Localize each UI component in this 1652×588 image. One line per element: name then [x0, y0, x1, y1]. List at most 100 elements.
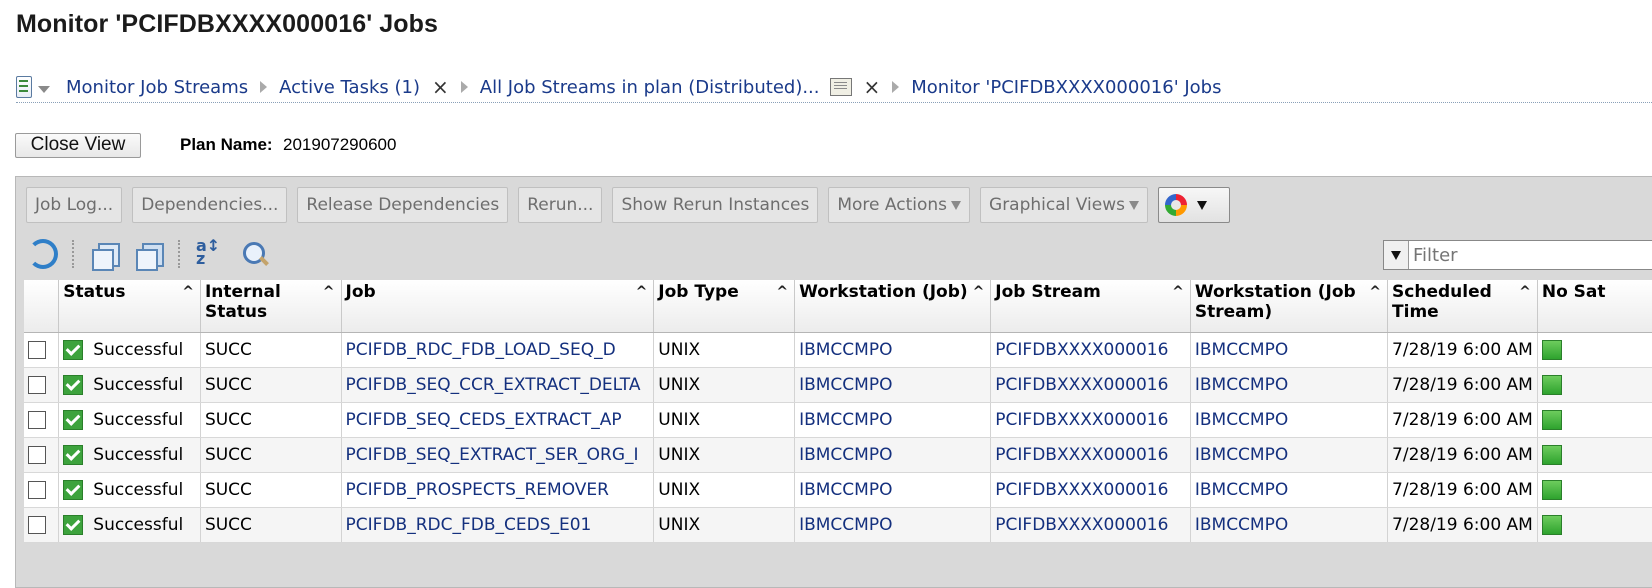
- breadcrumb-current-page[interactable]: Monitor 'PCIFDBXXXX000016' Jobs: [911, 77, 1221, 98]
- job-link[interactable]: PCIFDB_RDC_FDB_CEDS_E01: [346, 515, 592, 535]
- close-icon[interactable]: ×: [432, 75, 449, 99]
- sort-ascending-icon[interactable]: ^: [1172, 282, 1184, 302]
- table-row[interactable]: Successful SUCC PCIFDB_RDC_FDB_LOAD_SEQ_…: [24, 332, 1652, 368]
- table-row[interactable]: Successful SUCC PCIFDB_SEQ_CEDS_EXTRACT_…: [24, 402, 1652, 438]
- chevron-right-icon: [260, 81, 268, 93]
- row-checkbox[interactable]: [28, 481, 46, 499]
- column-header-job[interactable]: Job ^: [341, 280, 655, 333]
- job-stream-link[interactable]: PCIFDBXXXX000016: [995, 375, 1168, 395]
- job-log-button[interactable]: Job Log...: [26, 187, 123, 223]
- plan-name-value: 201907290600: [283, 135, 397, 154]
- jobs-table: Status ^ Internal Status ^ Job ^ Job Type ^ …: [24, 280, 1652, 543]
- table-row[interactable]: Successful SUCC PCIFDB_SEQ_EXTRACT_SER_O…: [24, 437, 1652, 473]
- internal-status-cell: SUCC: [200, 507, 342, 543]
- table-row[interactable]: Successful SUCC PCIFDB_RDC_FDB_CEDS_E01 …: [24, 507, 1652, 543]
- success-check-icon: [63, 515, 84, 535]
- row-select-cell: [24, 402, 60, 438]
- success-check-icon: [63, 375, 84, 395]
- job-stream-link[interactable]: PCIFDBXXXX000016: [995, 340, 1168, 360]
- job-stream-link[interactable]: PCIFDBXXXX000016: [995, 480, 1168, 500]
- workstation-link[interactable]: IBMCCMPO: [799, 445, 892, 465]
- select-all-icon[interactable]: [90, 239, 120, 271]
- job-link[interactable]: PCIFDB_SEQ_EXTRACT_SER_ORG_I: [346, 445, 639, 465]
- deselect-all-icon[interactable]: [134, 239, 164, 271]
- job-stream-link[interactable]: PCIFDBXXXX000016: [995, 410, 1168, 430]
- close-icon[interactable]: ×: [864, 75, 881, 99]
- status-text: Successful: [93, 375, 184, 395]
- workstation-link[interactable]: IBMCCMPO: [799, 480, 892, 500]
- column-header-label: Job Stream: [995, 282, 1101, 302]
- sort-ascending-icon[interactable]: ^: [776, 282, 788, 302]
- column-header-job-stream[interactable]: Job Stream ^: [990, 280, 1191, 333]
- job-cell: PCIFDB_SEQ_CCR_EXTRACT_DELTA: [341, 367, 655, 403]
- release-dependencies-button[interactable]: Release Dependencies: [297, 187, 509, 223]
- close-view-button[interactable]: Close View: [15, 133, 141, 158]
- job-link[interactable]: PCIFDB_PROSPECTS_REMOVER: [346, 480, 609, 500]
- column-header-not-satisfied[interactable]: No Sat: [1537, 280, 1652, 333]
- breadcrumb-all-job-streams[interactable]: All Job Streams in plan (Distributed)...: [480, 77, 820, 98]
- workstation-link[interactable]: IBMCCMPO: [799, 410, 892, 430]
- not-satisfied-cell: [1537, 402, 1652, 438]
- row-checkbox[interactable]: [28, 446, 46, 464]
- workstation-job-cell: IBMCCMPO: [794, 437, 992, 473]
- job-stream-link[interactable]: PCIFDBXXXX000016: [995, 445, 1168, 465]
- sort-ascending-icon[interactable]: ^: [973, 282, 985, 302]
- workstation-link[interactable]: IBMCCMPO: [1195, 410, 1288, 430]
- workstation-link[interactable]: IBMCCMPO: [1195, 340, 1288, 360]
- job-link[interactable]: PCIFDB_RDC_FDB_LOAD_SEQ_D: [346, 340, 616, 360]
- show-rerun-instances-button[interactable]: Show Rerun Instances: [612, 187, 819, 223]
- filter-options-button[interactable]: [1384, 241, 1409, 269]
- refresh-icon[interactable]: [28, 239, 58, 269]
- workstation-link[interactable]: IBMCCMPO: [1195, 480, 1288, 500]
- sort-ascending-icon[interactable]: ^: [182, 282, 194, 302]
- graphical-views-dropdown[interactable]: Graphical Views: [980, 187, 1148, 223]
- row-checkbox[interactable]: [28, 376, 46, 394]
- workstation-link[interactable]: IBMCCMPO: [1195, 515, 1288, 535]
- row-select-cell: [24, 332, 60, 368]
- chevron-down-icon: [1196, 200, 1207, 210]
- workstation-stream-cell: IBMCCMPO: [1190, 332, 1389, 368]
- row-checkbox[interactable]: [28, 411, 46, 429]
- task-details-icon[interactable]: [829, 78, 852, 96]
- column-header-job-type[interactable]: Job Type ^: [653, 280, 796, 333]
- status-text: Successful: [93, 515, 184, 535]
- scheduled-time-cell: 7/28/19 6:00 AM: [1387, 437, 1538, 473]
- chevron-down-icon: [951, 200, 962, 210]
- row-checkbox[interactable]: [28, 341, 46, 359]
- breadcrumb-menu-button[interactable]: [16, 76, 50, 98]
- sort-ascending-icon[interactable]: ^: [1369, 282, 1381, 302]
- column-header-internal-status[interactable]: Internal Status ^: [200, 280, 342, 333]
- table-row[interactable]: Successful SUCC PCIFDB_PROSPECTS_REMOVER…: [24, 472, 1652, 508]
- column-header-scheduled-time[interactable]: Scheduled Time ^: [1387, 280, 1538, 333]
- column-header-status[interactable]: Status ^: [58, 280, 201, 333]
- search-icon[interactable]: [240, 239, 270, 269]
- workstation-link[interactable]: IBMCCMPO: [799, 375, 892, 395]
- rerun-button[interactable]: Rerun...: [518, 187, 603, 223]
- filter-input[interactable]: [1409, 241, 1652, 269]
- workstation-link[interactable]: IBMCCMPO: [1195, 445, 1288, 465]
- workstation-link[interactable]: IBMCCMPO: [1195, 375, 1288, 395]
- chevron-right-icon: [460, 81, 468, 93]
- row-select-cell: [24, 507, 60, 543]
- row-checkbox[interactable]: [28, 516, 46, 534]
- success-check-icon: [63, 445, 84, 465]
- sort-ascending-icon[interactable]: ^: [636, 282, 648, 302]
- color-options-dropdown[interactable]: [1157, 187, 1230, 223]
- workstation-link[interactable]: IBMCCMPO: [799, 515, 892, 535]
- job-link[interactable]: PCIFDB_SEQ_CCR_EXTRACT_DELTA: [346, 375, 641, 395]
- more-actions-dropdown[interactable]: More Actions: [828, 187, 971, 223]
- column-header-workstation-job[interactable]: Workstation (Job) ^: [794, 280, 992, 333]
- workstation-link[interactable]: IBMCCMPO: [799, 340, 892, 360]
- sort-icon[interactable]: a↕ z: [196, 238, 226, 269]
- breadcrumb-active-tasks[interactable]: Active Tasks (1): [279, 77, 420, 98]
- dependencies-button[interactable]: Dependencies...: [132, 187, 288, 223]
- workstation-stream-cell: IBMCCMPO: [1190, 472, 1389, 508]
- sort-ascending-icon[interactable]: ^: [1519, 282, 1531, 302]
- job-link[interactable]: PCIFDB_SEQ_CEDS_EXTRACT_AP: [346, 410, 622, 430]
- column-header-workstation-job-stream[interactable]: Workstation (Job Stream) ^: [1190, 280, 1389, 333]
- job-stream-link[interactable]: PCIFDBXXXX000016: [995, 515, 1168, 535]
- status-cell: Successful: [58, 437, 201, 473]
- breadcrumb-monitor-job-streams[interactable]: Monitor Job Streams: [66, 77, 248, 98]
- sort-ascending-icon[interactable]: ^: [323, 282, 335, 302]
- table-row[interactable]: Successful SUCC PCIFDB_SEQ_CCR_EXTRACT_D…: [24, 367, 1652, 403]
